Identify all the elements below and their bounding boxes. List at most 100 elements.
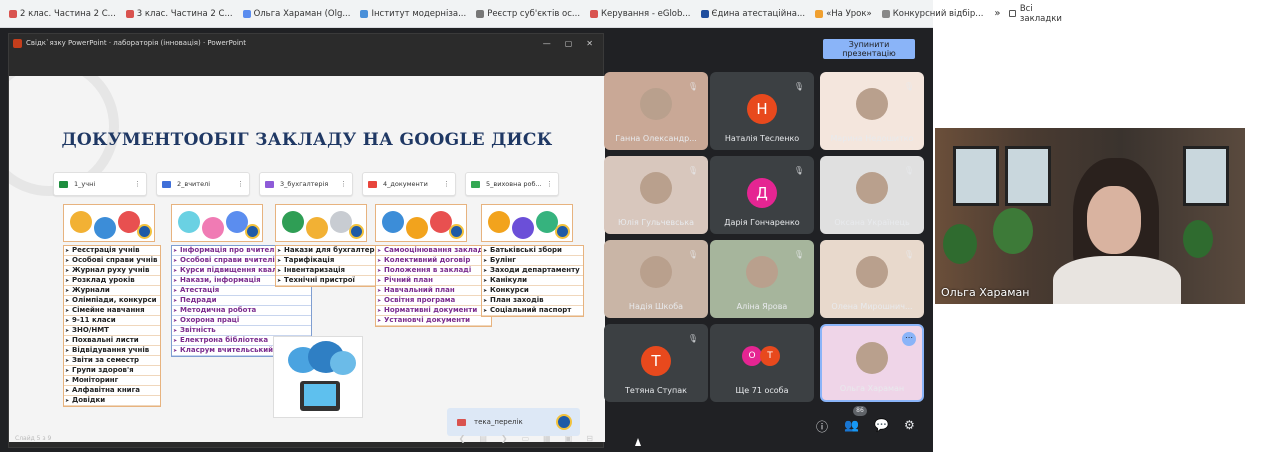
more-options-icon[interactable]: ⋮ (237, 180, 244, 188)
participant-name: Аліна Ярова (736, 302, 788, 311)
mic-off-icon: 🎙 (793, 166, 804, 175)
reading-view-icon[interactable]: ▣ (565, 434, 573, 443)
participant-tile[interactable]: 🎙 Надія Шкоба (604, 240, 708, 318)
school-logo-icon (555, 224, 570, 239)
bookmarks-overflow-button[interactable]: » (994, 8, 1000, 19)
list-item: Батьківські збори (482, 246, 583, 256)
folder-label: 2_вчителі (177, 180, 211, 188)
list-item: Самооцінювання закладу (376, 246, 491, 256)
list-item: Особові справи учнів (64, 256, 161, 266)
participant-photo (640, 172, 672, 204)
drive-folder-chip[interactable]: 5_виховна роб... ⋮ (465, 172, 559, 196)
participant-name: Надія Шкоба (628, 302, 684, 311)
prev-slide-icon[interactable]: ❮ (459, 434, 466, 443)
pinned-participant-name: Ольга Хараман (941, 286, 1030, 299)
next-slide-icon[interactable]: ❯ (501, 434, 508, 443)
people-icon[interactable]: 👥 (844, 418, 859, 432)
info-icon[interactable]: ⓘ (816, 418, 828, 435)
more-options-icon[interactable]: ⋮ (546, 180, 553, 188)
participant-name: Оксана Українець (834, 218, 910, 227)
list-item: Відвідування учнів (64, 346, 161, 356)
folder-icon (265, 180, 274, 188)
bookmark-item[interactable]: 3 клас. Частина 2 С... (121, 0, 238, 28)
bookmark-label: Керування - eGlob... (601, 8, 691, 19)
more-options-icon[interactable]: ⋮ (340, 180, 347, 188)
more-options-icon[interactable]: ⋮ (134, 180, 141, 188)
participant-count-badge: 86 (853, 406, 867, 416)
participant-tile[interactable]: 🎙 Оксана Українець (820, 156, 924, 234)
bookmark-item[interactable]: Керування - eGlob... (585, 0, 696, 28)
bookmark-item[interactable]: 2 клас. Частина 2 С... (4, 0, 121, 28)
maximize-icon[interactable]: ▢ (565, 39, 573, 48)
school-logo-icon (245, 224, 260, 239)
bookmark-label: Єдина атестаційна... (711, 8, 806, 19)
drive-folder-chip[interactable]: 1_учні ⋮ (53, 172, 147, 196)
bookmark-label: Ольга Хараман (Olg... (253, 8, 351, 19)
bookmark-label: 3 клас. Частина 2 С... (136, 8, 233, 19)
bookmark-item[interactable]: Реєстр суб'єктів ос... (471, 0, 585, 28)
stop-presentation-button[interactable]: Зупинити презентацію (823, 39, 915, 59)
mic-off-icon: 🎙 (687, 82, 698, 91)
activities-icon[interactable]: ⚙ (904, 418, 915, 432)
participant-tile[interactable]: Н 🎙 Наталія Тесленко (710, 72, 814, 150)
participant-tile[interactable]: 🎙 Олена Мирошнич... (820, 240, 924, 318)
participant-tile[interactable]: Т 🎙 Тетяна Ступак (604, 324, 708, 402)
drive-folder-chip[interactable]: 2_вчителі ⋮ (156, 172, 250, 196)
mouse-cursor (635, 438, 641, 446)
list-item: Інвентаризація (276, 266, 383, 276)
folder-icon (162, 180, 171, 188)
list-item: Булінг (482, 256, 583, 266)
close-icon[interactable]: ✕ (586, 39, 593, 48)
participant-tile[interactable]: 🎙 Аліна Ярова (710, 240, 814, 318)
more-options-icon[interactable]: ⋮ (443, 180, 450, 188)
teka-label: тека_перелік (474, 418, 523, 426)
folder-icon (1008, 10, 1016, 17)
bookmark-item[interactable]: Конкурсний відбір... (877, 0, 989, 28)
list-item: Розклад уроків (64, 276, 161, 286)
participant-name: Ганна Олександр... (615, 134, 697, 143)
bookmark-item[interactable]: Єдина атестаційна... (696, 0, 811, 28)
slideshow-icon[interactable]: ⊟ (586, 434, 593, 443)
mic-off-icon: 🎙 (687, 166, 698, 175)
participant-tile[interactable]: О Т Ще 71 особа (710, 324, 814, 402)
participant-tile[interactable]: 🎙 Юлія Гульчевська (604, 156, 708, 234)
folder-illustration (275, 204, 367, 242)
folder-illustration (481, 204, 573, 242)
bookmark-item[interactable]: «На Урок» (810, 0, 877, 28)
more-options-icon[interactable]: ⋯ (902, 332, 916, 346)
list-item: Нормативні документи (376, 306, 491, 316)
list-item: Педради (172, 296, 312, 306)
list-item: Журнали (64, 286, 161, 296)
drive-folder-chip[interactable]: 3_бухгалтерія ⋮ (259, 172, 353, 196)
sorter-view-icon[interactable]: ▦ (543, 434, 551, 443)
chat-icon[interactable]: 💬 (874, 418, 889, 432)
school-logo-icon (449, 224, 464, 239)
slide-menu-icon[interactable]: ▤ (479, 434, 487, 443)
list-item: Тарифікація (276, 256, 383, 266)
list-item: Колективний договір (376, 256, 491, 266)
bookmark-item[interactable]: Ольга Хараман (Olg... (238, 0, 356, 28)
participant-tile[interactable]: 🎙 Марина Недошитко (820, 72, 924, 150)
bookmark-favicon-icon (476, 9, 485, 18)
drive-folder-chip[interactable]: 4_документи ⋮ (362, 172, 456, 196)
list-item: Групи здоров'я (64, 366, 161, 376)
list-item: Річний план (376, 276, 491, 286)
participant-name: Марина Недошитко (830, 134, 914, 143)
folder-label: 4_документи (383, 180, 428, 188)
folder-contents-list: Реєстрація учнівОсобові справи учнівЖурн… (63, 245, 162, 407)
folder-icon (457, 418, 466, 426)
participant-name: Наталія Тесленко (724, 134, 800, 143)
folder-icon (368, 180, 377, 188)
participant-tile[interactable]: ⋯ Ольга Хараман (820, 324, 924, 402)
normal-view-icon[interactable]: ▭ (522, 434, 530, 443)
folder-icon (59, 180, 68, 188)
participant-tile[interactable]: Д 🎙 Дарія Гончаренко (710, 156, 814, 234)
all-bookmarks-button[interactable]: Всі закладки (1008, 3, 1064, 24)
all-bookmarks-label: Всі закладки (1019, 3, 1062, 24)
bookmark-label: Конкурсний відбір... (892, 8, 984, 19)
bookmark-item[interactable]: Інститут модернізa... (355, 0, 471, 28)
more-participants-avatars: ОТ (742, 346, 782, 366)
participant-tile[interactable]: 🎙 Ганна Олександр... (604, 72, 708, 150)
minimize-icon[interactable]: — (543, 39, 551, 48)
bookmark-label: Реєстр суб'єктів ос... (487, 8, 581, 19)
